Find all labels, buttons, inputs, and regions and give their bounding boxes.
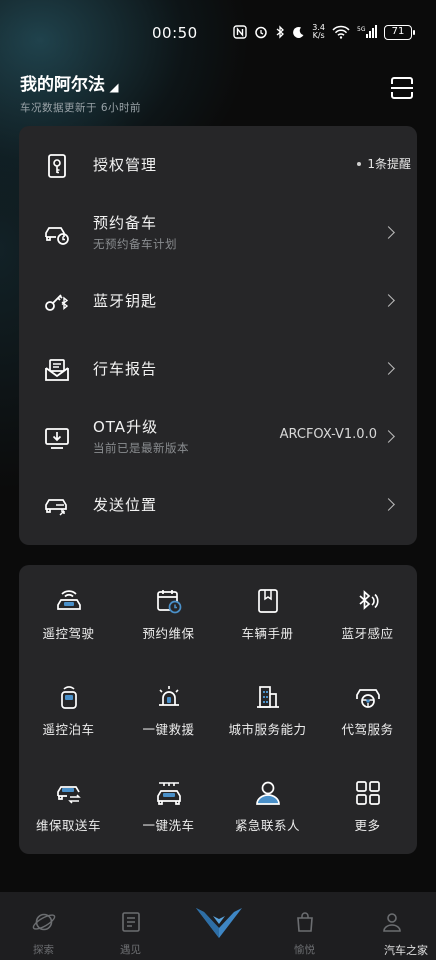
car-wash-icon [157,782,181,805]
menu-title: 发送位置 [93,496,158,514]
vehicle-menu-card: 授权管理 1条提醒 预约备车 无预约备车计划 蓝牙钥匙 行车报告 OTA升级 当… [19,126,417,545]
nfc-icon [233,25,247,39]
report-mail-icon [45,359,69,381]
alarm-icon [255,26,268,39]
wifi-icon [332,25,350,39]
service-label: 预约维保 [142,626,195,641]
nav-joy[interactable]: 愉悦 [261,892,348,960]
service-car-wash[interactable]: 一键洗车 [119,763,218,843]
manual-book-icon [258,589,278,613]
chevron-right-icon [382,430,395,443]
signal-5g-icon: 5G [357,25,377,38]
remote-drive-icon [57,590,81,610]
services-grid-card: 遥控驾驶 预约维保 车辆手册 蓝牙感应 遥控泊车 一键救援 城市服务能力 代驾服… [19,565,417,854]
chauffeur-icon [356,689,380,708]
rescue-siren-icon [159,686,179,706]
profile-icon [383,913,401,932]
menu-item-bluetooth-key[interactable]: 蓝牙钥匙 [19,266,417,334]
nav-meet[interactable]: 遇见 [87,892,174,960]
car-name: 我的阿尔法 [20,75,105,95]
menu-item-driving-report[interactable]: 行车报告 [19,334,417,402]
status-time: 00:50 [152,24,198,42]
ota-download-icon [45,428,69,449]
service-city[interactable]: 城市服务能力 [218,667,317,747]
arcfox-logo-icon[interactable] [192,904,246,944]
menu-item-send-location[interactable]: 发送位置 [19,470,417,538]
menu-title: 授权管理 [93,156,158,174]
bottom-nav: 探索 遇见 愉悦 [0,892,436,960]
service-manual[interactable]: 车辆手册 [218,571,317,651]
chevron-right-icon [382,226,395,239]
watermark: 汽车之家 [384,944,428,957]
service-bluetooth-sense[interactable]: 蓝牙感应 [318,571,417,651]
more-grid-icon [356,781,380,805]
menu-item-car-schedule[interactable]: 预约备车 无预约备车计划 [19,198,417,266]
nav-label: 探索 [33,944,54,956]
ota-version: ARCFOX-V1.0.0 [279,427,377,442]
pickup-delivery-icon [57,786,81,804]
bluetooth-icon [276,25,285,39]
service-label: 维保取送车 [35,818,101,833]
service-remote-drive[interactable]: 遥控驾驶 [19,571,118,651]
service-pickup-delivery[interactable]: 维保取送车 [19,763,118,843]
menu-subtitle: 无预约备车计划 [93,237,177,251]
service-label: 城市服务能力 [228,722,307,737]
menu-item-authorization[interactable]: 授权管理 1条提醒 [19,130,417,198]
status-bar: 00:50 3.4 K/s 5G 71 [0,0,436,64]
service-label: 车辆手册 [241,626,294,641]
service-label: 一键洗车 [142,818,195,833]
nav-explore[interactable]: 探索 [0,892,87,960]
emergency-contact-icon [256,781,280,805]
city-building-icon [257,686,279,708]
svg-text:5G: 5G [357,26,366,33]
chevron-right-icon [382,498,395,511]
service-rescue[interactable]: 一键救援 [119,667,218,747]
service-emergency-contact[interactable]: 紧急联系人 [218,763,317,843]
news-icon [122,912,140,932]
moon-icon [293,26,304,38]
shopping-bag-icon [297,912,313,932]
chevron-right-icon [382,362,395,375]
update-text: 车况数据更新于 6小时前 [20,102,142,114]
service-label: 代驾服务 [341,722,394,737]
service-label: 蓝牙感应 [341,626,394,641]
menu-subtitle: 当前已是最新版本 [93,441,189,455]
service-more[interactable]: 更多 [318,763,417,843]
menu-title: 行车报告 [93,360,158,378]
net-speed: 3.4 K/s [312,24,325,40]
service-label: 一键救援 [142,722,195,737]
car-selector[interactable]: 我的阿尔法 [20,70,119,95]
menu-title: 蓝牙钥匙 [93,292,158,310]
caret-down-icon [109,83,119,92]
service-label: 遥控驾驶 [42,626,95,641]
notice-text: 1条提醒 [367,157,411,171]
maintenance-calendar-icon [157,590,182,614]
service-label: 更多 [354,818,381,833]
scan-icon[interactable] [390,76,414,100]
battery-icon: 71 [384,24,415,40]
service-label: 紧急联系人 [234,818,300,833]
send-location-icon [45,499,67,516]
service-maintenance[interactable]: 预约维保 [119,571,218,651]
notice-dot [357,161,362,166]
notice-badge: 1条提醒 [357,155,411,172]
status-icons: 3.4 K/s 5G 71 [233,22,415,42]
service-label: 遥控泊车 [42,722,95,737]
menu-title: 预约备车 [93,214,158,232]
car-schedule-icon [45,227,69,245]
header: 我的阿尔法 车况数据更新于 6小时前 [0,64,436,126]
bluetooth-key-icon [45,294,69,311]
authorization-icon [48,154,66,178]
planet-icon [32,913,56,931]
nav-label: 愉悦 [294,944,315,956]
service-chauffeur[interactable]: 代驾服务 [318,667,417,747]
remote-parking-icon [61,686,77,709]
service-remote-parking[interactable]: 遥控泊车 [19,667,118,747]
menu-title: OTA升级 [93,418,159,436]
net-speed-unit: K/s [312,31,325,40]
chevron-right-icon [382,294,395,307]
menu-item-ota[interactable]: OTA升级 当前已是最新版本 ARCFOX-V1.0.0 [19,402,417,470]
bluetooth-sense-icon [359,590,379,610]
nav-label: 遇见 [120,944,141,956]
